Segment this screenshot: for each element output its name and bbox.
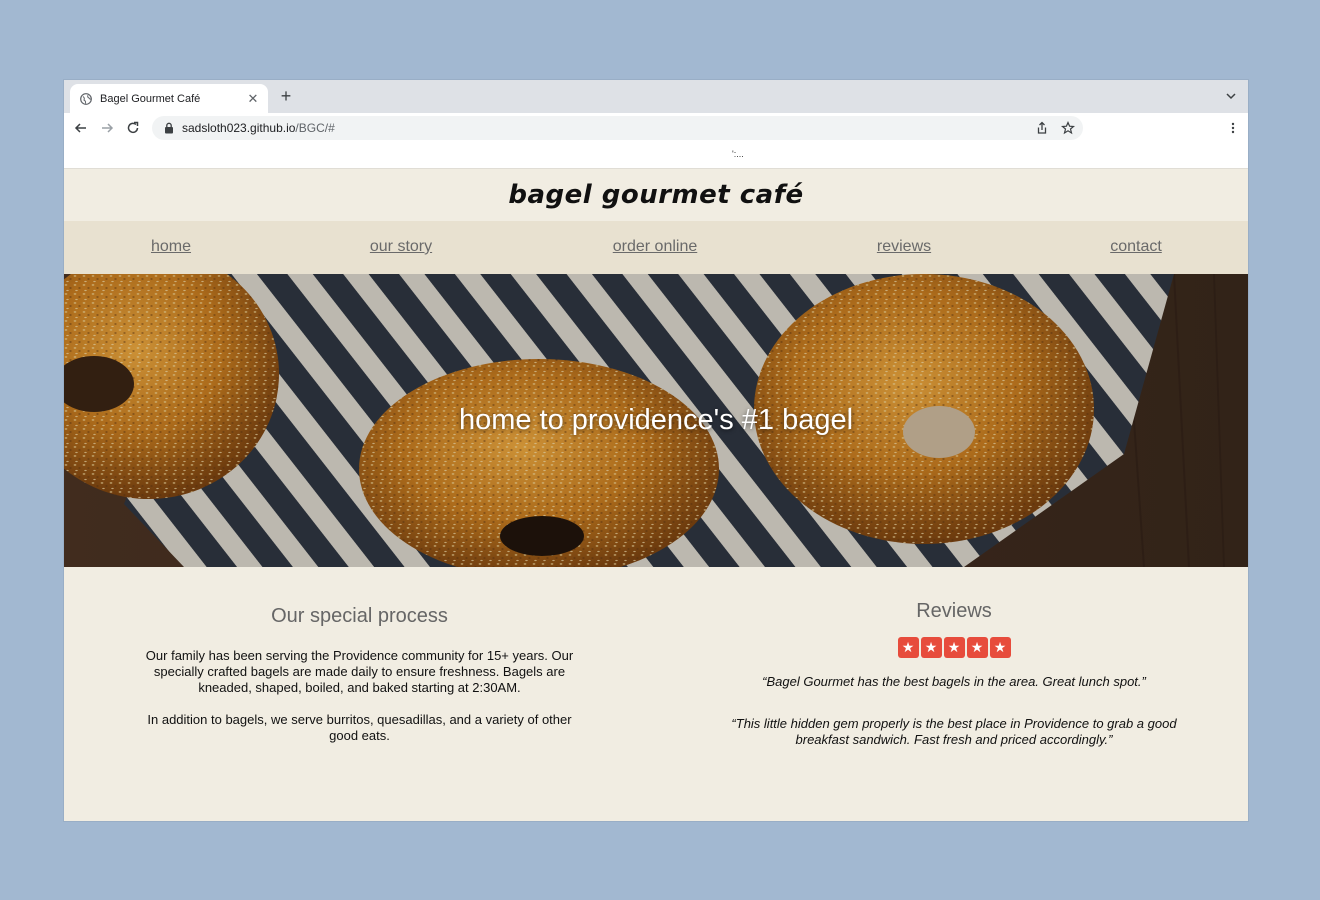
main-nav: home our story order online reviews cont… bbox=[64, 221, 1248, 274]
nav-link-home[interactable]: home bbox=[151, 238, 191, 256]
process-paragraph-2: In addition to bagels, we serve burritos… bbox=[147, 712, 572, 743]
close-tab-icon[interactable]: ✕ bbox=[246, 91, 260, 107]
reviews-section: Reviews ★ ★ ★ ★ ★ “Bagel Gourmet has the… bbox=[704, 600, 1204, 748]
bookmark-star-icon[interactable] bbox=[1061, 121, 1075, 135]
site-logo[interactable]: bagel gourmet café bbox=[508, 180, 803, 210]
browser-tab[interactable]: Bagel Gourmet Café ✕ bbox=[70, 84, 268, 113]
url-path: /BGC/# bbox=[295, 121, 335, 135]
new-tab-button[interactable]: + bbox=[278, 86, 294, 106]
star-icon: ★ bbox=[920, 637, 942, 658]
review-quote-1: “Bagel Gourmet has the best bagels in th… bbox=[762, 674, 1146, 689]
nav-link-contact[interactable]: contact bbox=[1110, 238, 1162, 256]
star-icon: ★ bbox=[897, 637, 919, 658]
tab-title: Bagel Gourmet Café bbox=[100, 92, 201, 105]
globe-icon bbox=[80, 92, 92, 105]
loading-dots: ':... bbox=[732, 149, 744, 159]
forward-arrow-icon[interactable] bbox=[99, 120, 115, 136]
process-section: Our special process Our family has been … bbox=[132, 605, 587, 744]
star-rating: ★ ★ ★ ★ ★ bbox=[704, 637, 1204, 658]
tab-strip: Bagel Gourmet Café ✕ + bbox=[64, 80, 1248, 113]
browser-toolbar: sadsloth023.github.io/BGC/# bbox=[64, 113, 1248, 143]
review-quote-2: “This little hidden gem properly is the … bbox=[731, 716, 1177, 747]
hero-banner: home to providence's #1 bagel bbox=[64, 274, 1248, 567]
nav-link-order-online[interactable]: order online bbox=[613, 238, 698, 256]
browser-window: Bagel Gourmet Café ✕ + sadsloth023.githu… bbox=[64, 80, 1248, 821]
star-icon: ★ bbox=[989, 637, 1011, 658]
url-host: sadsloth023.github.io bbox=[182, 121, 296, 135]
page-top-strip: ':... bbox=[64, 143, 1248, 169]
star-icon: ★ bbox=[943, 637, 965, 658]
site-header: bagel gourmet café bbox=[64, 169, 1248, 221]
process-paragraph-1: Our family has been serving the Providen… bbox=[145, 648, 574, 695]
hero-headline: home to providence's #1 bagel bbox=[458, 404, 854, 436]
nav-link-reviews[interactable]: reviews bbox=[877, 238, 931, 256]
reviews-title: Reviews bbox=[916, 600, 992, 622]
more-menu-icon[interactable] bbox=[1226, 121, 1240, 135]
nav-link-our-story[interactable]: our story bbox=[370, 238, 432, 256]
lock-icon bbox=[165, 122, 173, 134]
main-content: Our special process Our family has been … bbox=[64, 567, 1248, 820]
reload-icon[interactable] bbox=[125, 120, 141, 136]
address-bar[interactable]: sadsloth023.github.io/BGC/# bbox=[152, 116, 1083, 140]
chevron-down-icon[interactable] bbox=[1224, 89, 1238, 103]
share-icon[interactable] bbox=[1035, 121, 1049, 135]
process-title: Our special process bbox=[271, 605, 448, 627]
back-arrow-icon[interactable] bbox=[73, 120, 89, 136]
star-icon: ★ bbox=[966, 637, 988, 658]
